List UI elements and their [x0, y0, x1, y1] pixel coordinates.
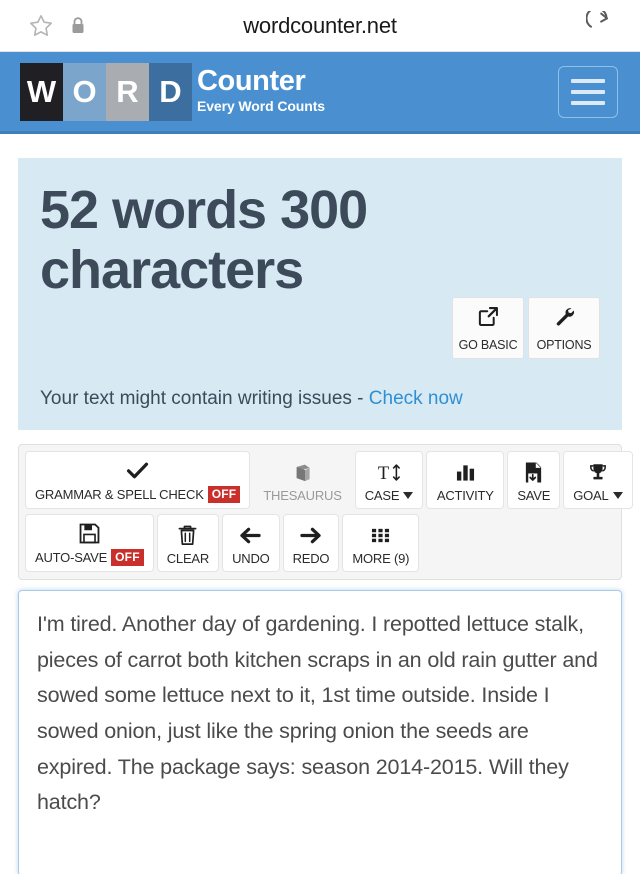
logo-name: Counter: [197, 65, 306, 98]
activity-text: ACTIVITY: [436, 488, 494, 503]
clear-text: CLEAR: [166, 551, 210, 566]
editor-wrapper: I'm tired. Another day of gardening. I r…: [18, 590, 622, 874]
browser-bar-left: [0, 13, 86, 39]
more-text: MORE (9): [352, 551, 410, 566]
check-now-link[interactable]: Check now: [369, 388, 463, 409]
clear-label: CLEAR: [166, 551, 210, 566]
grid-icon: [370, 523, 391, 548]
svg-text:T: T: [378, 463, 389, 483]
star-icon[interactable]: [28, 13, 54, 39]
more-label: MORE (9): [352, 551, 409, 566]
save-button[interactable]: SAVE: [507, 451, 561, 509]
grammar-spell-check-text: GRAMMAR & SPELL CHECK: [35, 487, 204, 502]
chevron-down-icon: [612, 492, 623, 499]
activity-label: ACTIVITY: [437, 488, 494, 503]
goal-button[interactable]: GOAL: [563, 451, 633, 509]
bar-chart-icon: [454, 460, 477, 485]
counter-title: 52 words 300 characters: [40, 180, 368, 301]
goal-label: GOAL: [573, 488, 623, 503]
logo-tiles: W O R D: [20, 62, 192, 121]
hamburger-icon[interactable]: [558, 65, 618, 118]
goal-text: GOAL: [573, 488, 609, 503]
writing-issues-text: Your text might contain writing issues -: [40, 388, 369, 409]
grammar-spell-check-label: GRAMMAR & SPELL CHECK OFF: [35, 486, 241, 503]
auto-save-button[interactable]: AUTO-SAVE OFF: [25, 514, 154, 572]
arrow-left-icon: [239, 523, 262, 548]
arrow-right-icon: [299, 523, 322, 548]
text-height-icon: T: [377, 460, 401, 485]
lock-icon[interactable]: [70, 16, 86, 36]
chevron-down-icon: [403, 492, 414, 499]
book-icon: [292, 460, 314, 485]
grammar-status-badge: OFF: [207, 486, 241, 503]
save-text: SAVE: [517, 488, 551, 503]
activity-button[interactable]: ACTIVITY: [426, 451, 505, 509]
clear-button[interactable]: CLEAR: [156, 514, 220, 572]
thesaurus-text: THESAURUS: [263, 488, 342, 503]
go-basic-label: GO BASIC: [458, 337, 518, 352]
toolbar-row-1: GRAMMAR & SPELL CHECK OFF THESAURUS T CA…: [25, 451, 633, 509]
toolbar-row-2: AUTO-SAVE OFF CLEAR UNDO REDO MORE (9): [25, 514, 615, 572]
trophy-icon: [587, 460, 609, 485]
logo-wordmark: Counter Every Word Counts: [192, 63, 325, 121]
wrench-icon: [553, 305, 576, 333]
undo-label: UNDO: [232, 551, 270, 566]
auto-save-label: AUTO-SAVE OFF: [35, 549, 144, 566]
logo-letter: W: [26, 73, 57, 109]
redo-text: REDO: [292, 551, 330, 566]
counter-panel: 52 words 300 characters GO BASIC OPTIONS…: [18, 158, 622, 430]
auto-save-text: AUTO-SAVE: [35, 550, 108, 565]
grammar-spell-check-button[interactable]: GRAMMAR & SPELL CHECK OFF: [25, 451, 251, 509]
logo-tile-o: O: [63, 62, 106, 121]
site-logo[interactable]: W O R D Counter Every Word Counts: [20, 62, 325, 121]
logo-tagline: Every Word Counts: [197, 98, 325, 115]
logo-letter: D: [159, 73, 182, 109]
floppy-disk-icon: [79, 521, 100, 546]
more-button[interactable]: MORE (9): [342, 514, 420, 572]
thesaurus-button[interactable]: THESAURUS: [253, 451, 351, 509]
logo-letter: R: [116, 73, 139, 109]
auto-save-status-badge: OFF: [111, 549, 144, 566]
logo-tile-d: D: [149, 62, 192, 121]
hamburger-bar: [571, 100, 605, 105]
undo-button[interactable]: UNDO: [222, 514, 280, 572]
logo-tile-w: W: [20, 62, 63, 121]
hamburger-bar: [571, 89, 605, 94]
page-body: 52 words 300 characters GO BASIC OPTIONS…: [0, 158, 640, 874]
reload-icon[interactable]: [585, 6, 616, 41]
redo-label: REDO: [293, 551, 330, 566]
case-button[interactable]: T CASE: [354, 451, 424, 509]
check-icon: [126, 458, 149, 483]
options-label: OPTIONS: [536, 337, 592, 352]
url-text: wordcounter.net: [243, 12, 397, 38]
case-text: CASE: [364, 488, 400, 503]
hamburger-bar: [571, 78, 605, 83]
browser-bar-right: [585, 6, 640, 41]
case-label: CASE: [365, 488, 414, 503]
undo-text: UNDO: [232, 551, 270, 566]
save-label: SAVE: [517, 488, 550, 503]
writing-issues-notice: Your text might contain writing issues -…: [40, 388, 463, 410]
logo-letter: O: [72, 73, 97, 109]
trash-icon: [177, 523, 198, 548]
panel-actions: GO BASIC OPTIONS: [452, 297, 600, 359]
thesaurus-label: THESAURUS: [263, 488, 342, 503]
options-button[interactable]: OPTIONS: [528, 297, 600, 359]
logo-tile-r: R: [106, 62, 149, 121]
redo-button[interactable]: REDO: [282, 514, 340, 572]
external-link-icon: [477, 305, 500, 333]
editor-text: I'm tired. Another day of gardening. I r…: [37, 612, 598, 815]
browser-bar: wordcounter.net: [0, 0, 640, 52]
site-header: W O R D Counter Every Word Counts: [0, 52, 640, 134]
editor-toolbar: GRAMMAR & SPELL CHECK OFF THESAURUS T CA…: [18, 444, 633, 580]
go-basic-button[interactable]: GO BASIC: [452, 297, 524, 359]
text-editor[interactable]: I'm tired. Another day of gardening. I r…: [18, 590, 622, 874]
file-download-icon: [523, 460, 544, 485]
